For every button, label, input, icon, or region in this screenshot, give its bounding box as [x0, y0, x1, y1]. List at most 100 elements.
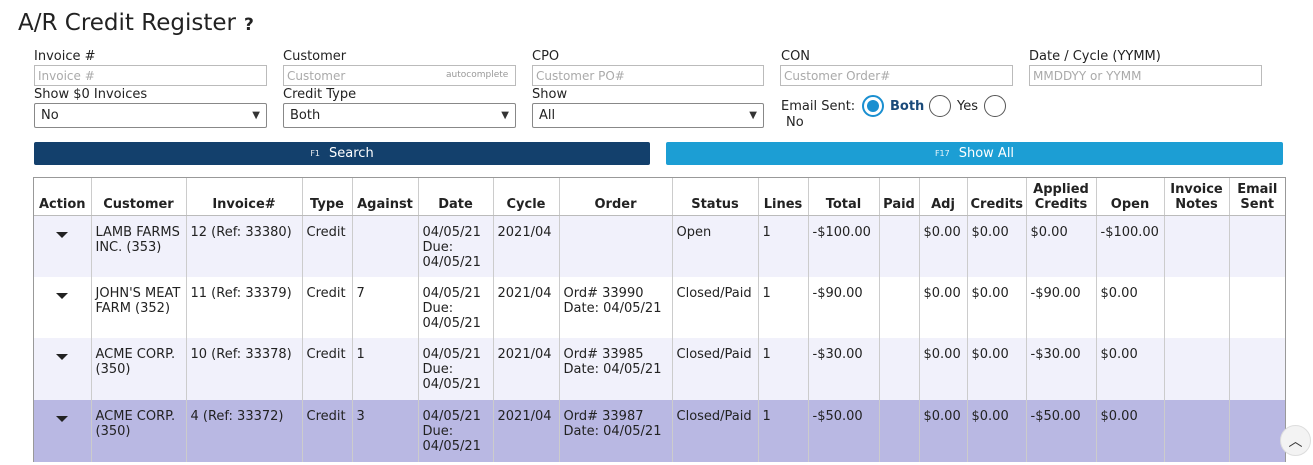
caret-down-icon[interactable] — [56, 416, 69, 422]
cell-lines: 1 — [757, 277, 808, 338]
cell-type: Credit — [301, 215, 352, 277]
cell-lines: 1 — [757, 215, 808, 277]
cell-paid — [878, 215, 919, 277]
cpo-label: CPO — [532, 49, 560, 64]
cell-cycle: 2021/04 — [492, 277, 559, 338]
col-order[interactable]: Order — [558, 178, 672, 216]
cell-date: 04/05/21 Due: 04/05/21 — [417, 400, 493, 462]
cell-notes — [1163, 338, 1229, 400]
cell-against: 1 — [351, 338, 418, 400]
col-total[interactable]: Total — [807, 178, 879, 216]
table-row[interactable]: ACME CORP. (350) 10 (Ref: 33378) Credit … — [34, 338, 1285, 400]
table-header-row: Action Customer Invoice# Type Against Da… — [34, 178, 1285, 216]
email-sent-no-label: No — [786, 115, 804, 130]
col-type[interactable]: Type — [301, 178, 352, 216]
cell-open: -$100.00 — [1095, 215, 1164, 277]
cell-cycle: 2021/04 — [492, 400, 559, 462]
cell-credits: $0.00 — [966, 400, 1026, 462]
row-action[interactable] — [34, 400, 91, 462]
invoice-label: Invoice # — [34, 49, 96, 64]
help-icon[interactable]: ? — [244, 15, 254, 35]
caret-down-icon[interactable] — [56, 354, 69, 360]
cell-credits: $0.00 — [966, 338, 1026, 400]
credit-type-label: Credit Type — [283, 87, 357, 102]
show-all-button[interactable]: F17 Show All — [666, 142, 1283, 165]
cell-credits: $0.00 — [966, 277, 1026, 338]
email-sent-yes-radio[interactable] — [929, 95, 951, 117]
search-button[interactable]: F1 Search — [34, 142, 650, 165]
col-credits[interactable]: Credits — [966, 178, 1026, 216]
show-select[interactable]: All ▼ — [532, 103, 764, 128]
credit-register-table: Action Customer Invoice# Type Against Da… — [33, 177, 1286, 462]
row-action[interactable] — [34, 277, 91, 338]
col-cycle[interactable]: Cycle — [492, 178, 559, 216]
col-status[interactable]: Status — [671, 178, 758, 216]
table-row[interactable]: LAMB FARMS INC. (353) 12 (Ref: 33380) Cr… — [34, 215, 1285, 277]
cell-status: Closed/Paid — [671, 338, 758, 400]
cell-credits: $0.00 — [966, 215, 1026, 277]
col-lines[interactable]: Lines — [757, 178, 808, 216]
col-invoice[interactable]: Invoice# — [185, 178, 302, 216]
cell-adj: $0.00 — [918, 277, 967, 338]
cell-total: -$90.00 — [807, 277, 879, 338]
table-row[interactable]: JOHN'S MEAT FARM (352) 11 (Ref: 33379) C… — [34, 277, 1285, 338]
cell-customer: LAMB FARMS INC. (353) — [90, 215, 186, 277]
credit-type-select[interactable]: Both ▼ — [283, 103, 516, 128]
cell-type: Credit — [301, 338, 352, 400]
col-adj[interactable]: Adj — [918, 178, 967, 216]
row-action[interactable] — [34, 338, 91, 400]
scroll-to-top-button[interactable]: ︿ — [1280, 425, 1311, 456]
cell-order — [558, 215, 672, 277]
customer-label: Customer — [283, 49, 347, 64]
cell-against: 3 — [351, 400, 418, 462]
col-paid[interactable]: Paid — [878, 178, 919, 216]
col-customer[interactable]: Customer — [90, 178, 186, 216]
cell-type: Credit — [301, 400, 352, 462]
cell-invoice: 11 (Ref: 33379) — [185, 277, 302, 338]
col-applied-credits[interactable]: Applied Credits — [1025, 178, 1096, 216]
date-cycle-label: Date / Cycle (YYMM) — [1029, 49, 1161, 64]
cell-customer: ACME CORP. (350) — [90, 400, 186, 462]
col-date[interactable]: Date — [417, 178, 493, 216]
cell-against: 7 — [351, 277, 418, 338]
cell-cycle: 2021/04 — [492, 215, 559, 277]
cell-invoice: 10 (Ref: 33378) — [185, 338, 302, 400]
cell-order: Ord# 33990 Date: 04/05/21 — [558, 277, 672, 338]
email-sent-both-radio[interactable] — [862, 95, 884, 117]
row-action[interactable] — [34, 215, 91, 277]
show-zero-select[interactable]: No ▼ — [34, 103, 267, 128]
cell-total: -$100.00 — [807, 215, 879, 277]
cell-lines: 1 — [757, 400, 808, 462]
cell-status: Closed/Paid — [671, 277, 758, 338]
caret-down-icon[interactable] — [56, 293, 69, 299]
email-sent-label: Email Sent: — [781, 99, 856, 114]
cell-order: Ord# 33987 Date: 04/05/21 — [558, 400, 672, 462]
cell-status: Closed/Paid — [671, 400, 758, 462]
cell-applied-credits: $0.00 — [1025, 215, 1096, 277]
email-sent-yes-label: Yes — [957, 99, 978, 114]
cell-notes — [1163, 277, 1229, 338]
cell-applied-credits: -$30.00 — [1025, 338, 1096, 400]
cell-type: Credit — [301, 277, 352, 338]
date-cycle-input[interactable] — [1029, 65, 1262, 86]
col-open[interactable]: Open — [1095, 178, 1164, 216]
col-action[interactable]: Action — [34, 178, 91, 216]
cpo-input[interactable] — [532, 65, 764, 86]
col-invoice-notes[interactable]: Invoice Notes — [1163, 178, 1229, 216]
cell-date: 04/05/21 Due: 04/05/21 — [417, 277, 493, 338]
chevron-down-icon: ▼ — [252, 110, 260, 121]
col-email-sent[interactable]: Email Sent — [1228, 178, 1285, 216]
con-input[interactable] — [780, 65, 1013, 86]
cell-email-sent — [1228, 338, 1285, 400]
col-against[interactable]: Against — [351, 178, 418, 216]
invoice-input[interactable] — [34, 65, 267, 86]
cell-open: $0.00 — [1095, 277, 1164, 338]
cell-status: Open — [671, 215, 758, 277]
cell-applied-credits: -$90.00 — [1025, 277, 1096, 338]
caret-down-icon[interactable] — [56, 231, 69, 238]
cell-paid — [878, 277, 919, 338]
cell-email-sent — [1228, 215, 1285, 277]
email-sent-no-radio[interactable] — [984, 95, 1006, 117]
table-row[interactable]: ACME CORP. (350) 4 (Ref: 33372) Credit 3… — [34, 400, 1285, 462]
chevron-down-icon: ▼ — [749, 110, 757, 121]
